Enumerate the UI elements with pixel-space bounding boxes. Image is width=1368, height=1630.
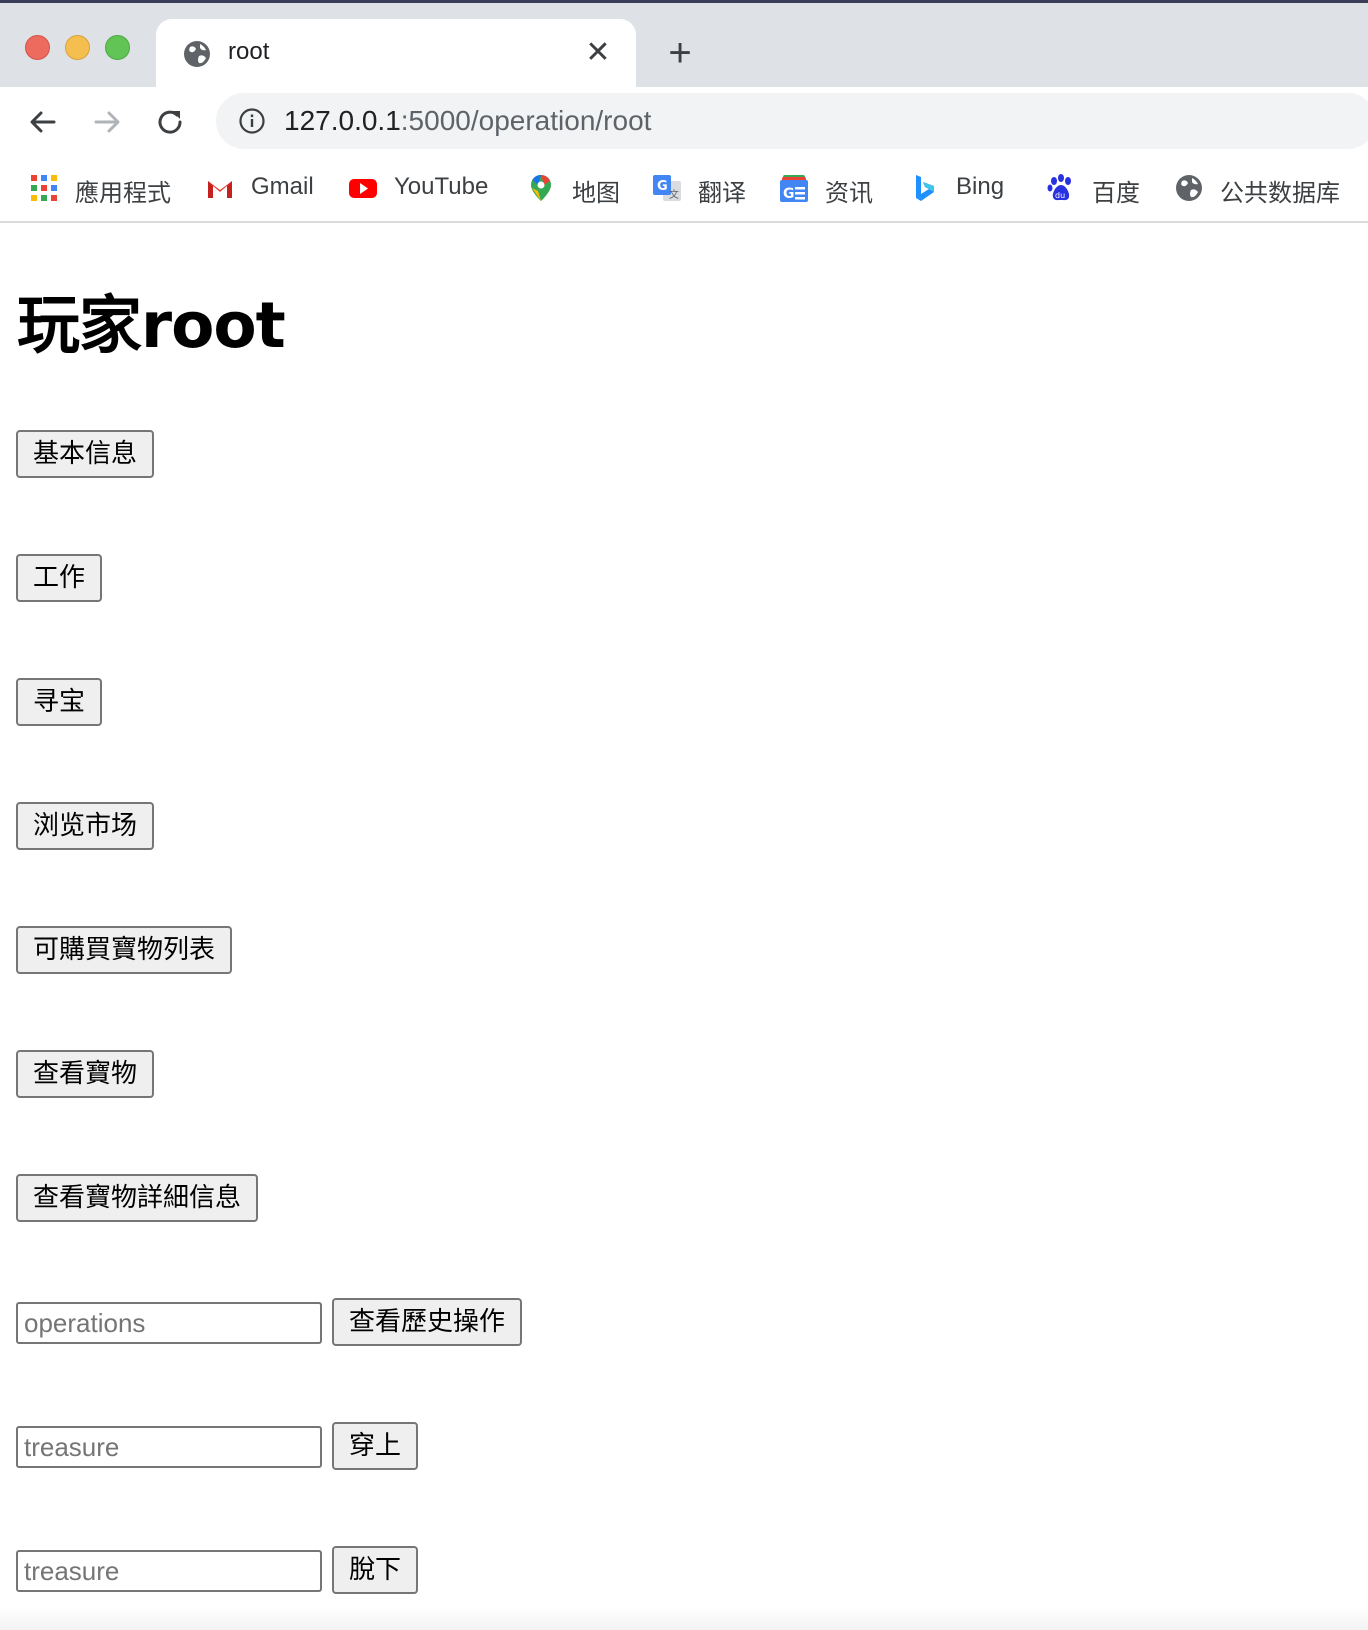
take-off-button[interactable]: 脫下 xyxy=(332,1546,419,1594)
info-icon[interactable] xyxy=(238,107,266,135)
view-history-button[interactable]: 查看歷史操作 xyxy=(332,1298,523,1346)
window-close-button[interactable] xyxy=(25,35,50,60)
bookmark-label: 翻译 xyxy=(698,180,746,207)
reload-button[interactable] xyxy=(152,103,190,141)
view-treasure-details-button[interactable]: 查看寶物詳細信息 xyxy=(16,1174,259,1222)
bookmark-label: Gmail xyxy=(251,173,314,200)
arrow-right-icon xyxy=(94,111,120,133)
work-button[interactable]: 工作 xyxy=(16,554,103,602)
tab-close-icon[interactable]: ✕ xyxy=(582,37,614,69)
url-host: 127.0.0.1 xyxy=(284,105,401,136)
bookmark-label: 地图 xyxy=(572,180,620,207)
take-off-treasure-input[interactable] xyxy=(16,1550,322,1592)
window-zoom-button[interactable] xyxy=(105,35,130,60)
svg-text:du: du xyxy=(1055,191,1065,200)
bookmark-label: 资讯 xyxy=(825,180,873,207)
new-tab-button[interactable]: + xyxy=(662,33,698,73)
translate-icon: G 文 xyxy=(653,175,681,201)
buyable-treasures-list-button[interactable]: 可購買寶物列表 xyxy=(16,926,233,974)
bookmark-label: 公共数据库 xyxy=(1220,180,1340,207)
gmail-icon xyxy=(208,181,232,198)
news-icon: G xyxy=(780,175,808,202)
apps-grid-icon xyxy=(31,175,57,201)
wear-treasure-input[interactable] xyxy=(16,1426,322,1468)
treasure-hunt-button[interactable]: 寻宝 xyxy=(16,678,103,726)
browser-tab-active[interactable]: root ✕ xyxy=(156,19,636,90)
page-title: 玩家root xyxy=(17,289,286,362)
bookmarks-bar: 應用程式 Gmail YouTube 地图 G 文 翻译 G 资讯 Bing d… xyxy=(0,157,1368,221)
bookmark-label: 應用程式 xyxy=(75,180,171,207)
tab-title: root xyxy=(228,38,270,65)
bookmark-label: Bing xyxy=(956,173,1005,200)
view-treasures-button[interactable]: 查看寶物 xyxy=(16,1050,155,1098)
address-bar[interactable]: 127.0.0.1:5000/operation/root xyxy=(216,93,1368,149)
url-path: :5000/operation/root xyxy=(400,105,652,136)
tab-strip: root ✕ + xyxy=(0,0,1368,90)
globe-icon xyxy=(1176,175,1202,201)
globe-icon xyxy=(184,41,210,67)
browse-market-button[interactable]: 浏览市场 xyxy=(16,802,155,850)
page-content: 玩家root 基本信息 工作 寻宝 浏览市场 可購買寶物列表 查看寶物 查看寶物… xyxy=(0,223,1368,1630)
youtube-icon xyxy=(349,179,377,198)
url-text: 127.0.0.1:5000/operation/root xyxy=(284,105,651,137)
bing-icon xyxy=(916,175,934,201)
wear-button[interactable]: 穿上 xyxy=(332,1422,419,1470)
bookmark-label: 百度 xyxy=(1092,180,1140,207)
svg-text:G: G xyxy=(783,186,795,202)
browser-chrome: root ✕ + 127.0.0.1:5000/operation/root 應… xyxy=(0,0,1368,223)
baidu-paw-icon: du xyxy=(1047,174,1071,201)
operations-input[interactable] xyxy=(16,1302,322,1344)
forward-button[interactable] xyxy=(88,103,126,141)
bookmark-label: YouTube xyxy=(394,173,489,200)
svg-text:G: G xyxy=(657,179,668,194)
page-bottom-fade xyxy=(0,1606,1368,1630)
reload-icon xyxy=(158,110,182,134)
svg-text:文: 文 xyxy=(669,188,679,201)
maps-pin-icon xyxy=(531,175,551,201)
back-button[interactable] xyxy=(24,103,62,141)
window-minimize-button[interactable] xyxy=(65,35,90,60)
basic-info-button[interactable]: 基本信息 xyxy=(16,430,155,478)
browser-toolbar: 127.0.0.1:5000/operation/root xyxy=(0,87,1368,157)
arrow-left-icon xyxy=(30,111,56,133)
